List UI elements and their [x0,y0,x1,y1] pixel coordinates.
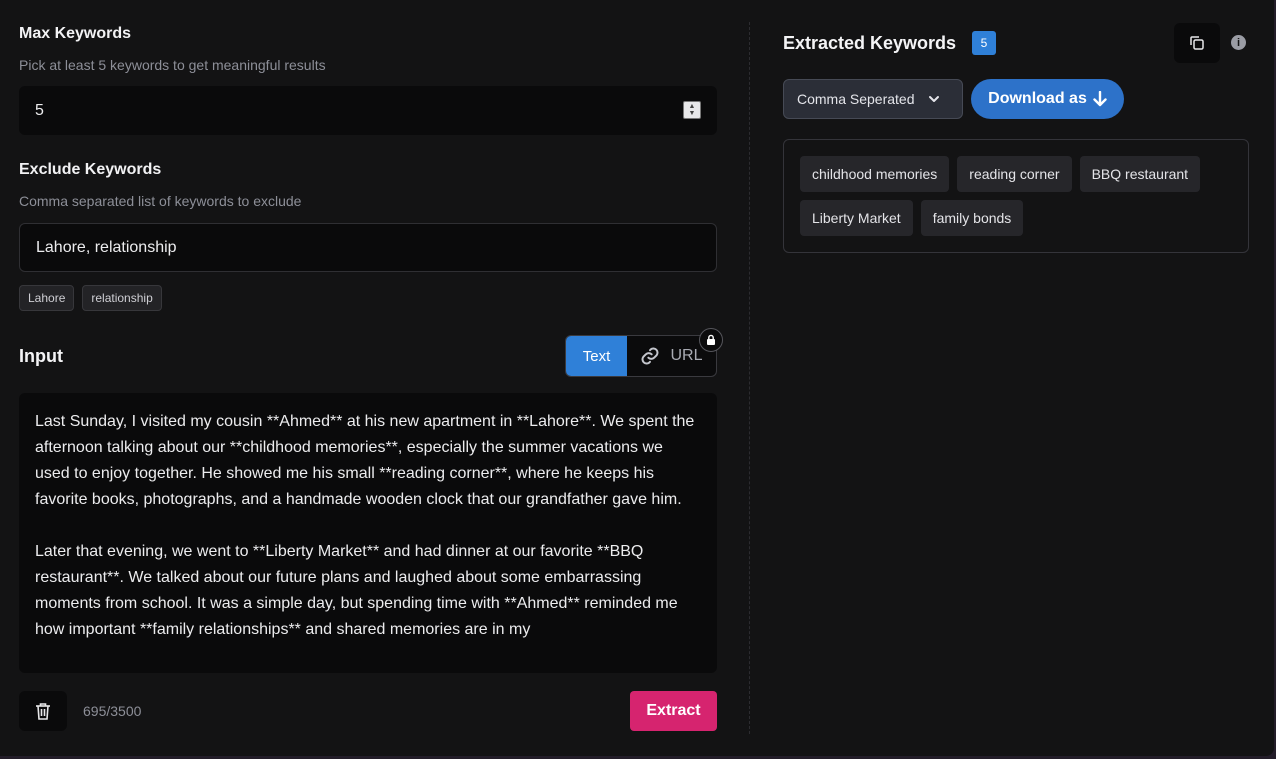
download-label: Download as [988,90,1087,107]
exclude-keywords-label: Exclude Keywords [19,161,162,178]
input-paragraph: Last Sunday, I visited my cousin **Ahmed… [35,413,699,508]
exclude-tag[interactable]: relationship [82,285,162,311]
format-select[interactable]: Comma Seperated [783,79,963,119]
link-icon [642,347,659,365]
extracted-keywords-title: Extracted Keywords [783,33,957,53]
download-button[interactable]: Download as [971,79,1124,119]
input-paragraph: Later that evening, we went to **Liberty… [35,543,683,638]
copy-button[interactable] [1174,23,1220,63]
exclude-tags: Lahore relationship [19,285,162,311]
exclude-tag[interactable]: Lahore [19,285,75,311]
max-keywords-hint: Pick at least 5 keywords to get meaningf… [19,57,326,73]
trash-icon [36,703,50,720]
spinner-up-icon[interactable]: ▲ [689,103,696,110]
extract-button[interactable]: Extract [630,691,717,731]
input-mode-toggle: Text URL [565,328,723,377]
arrow-down-icon [1093,91,1107,107]
max-keywords-label: Max Keywords [19,25,132,42]
keyword-count-badge: 5 [972,31,996,55]
keyword-chip[interactable]: reading corner [957,156,1072,192]
input-title: Input [19,346,63,366]
text-mode-button[interactable]: Text [566,336,627,376]
keyword-chip[interactable]: family bonds [920,200,1024,236]
keywords-result-box: childhood memories reading corner BBQ re… [783,139,1249,253]
keyword-chip[interactable]: Liberty Market [800,200,913,236]
chevron-down-icon [928,96,939,102]
panel-divider [749,22,750,734]
exclude-keywords-field [19,223,717,272]
max-keywords-input[interactable] [19,86,717,135]
clear-button[interactable] [19,691,67,731]
number-spinner[interactable]: ▲ ▼ [683,101,701,119]
format-select-value: Comma Seperated [797,91,915,107]
character-count: 695/3500 [83,703,142,719]
spinner-down-icon[interactable]: ▼ [689,110,696,117]
exclude-keywords-hint: Comma separated list of keywords to excl… [19,193,302,209]
input-text-area[interactable]: Last Sunday, I visited my cousin **Ahmed… [19,393,717,673]
keyword-chip[interactable]: BBQ restaurant [1079,156,1201,192]
url-mode-label: URL [670,347,703,364]
copy-icon [1190,36,1204,50]
exclude-keywords-input[interactable] [20,224,716,271]
lock-icon [699,328,723,352]
keyword-chip[interactable]: childhood memories [800,156,950,192]
max-keywords-field: ▲ ▼ [19,86,717,135]
info-icon[interactable]: i [1231,35,1246,50]
keyword-extractor-app: Max Keywords Pick at least 5 keywords to… [0,0,1274,756]
